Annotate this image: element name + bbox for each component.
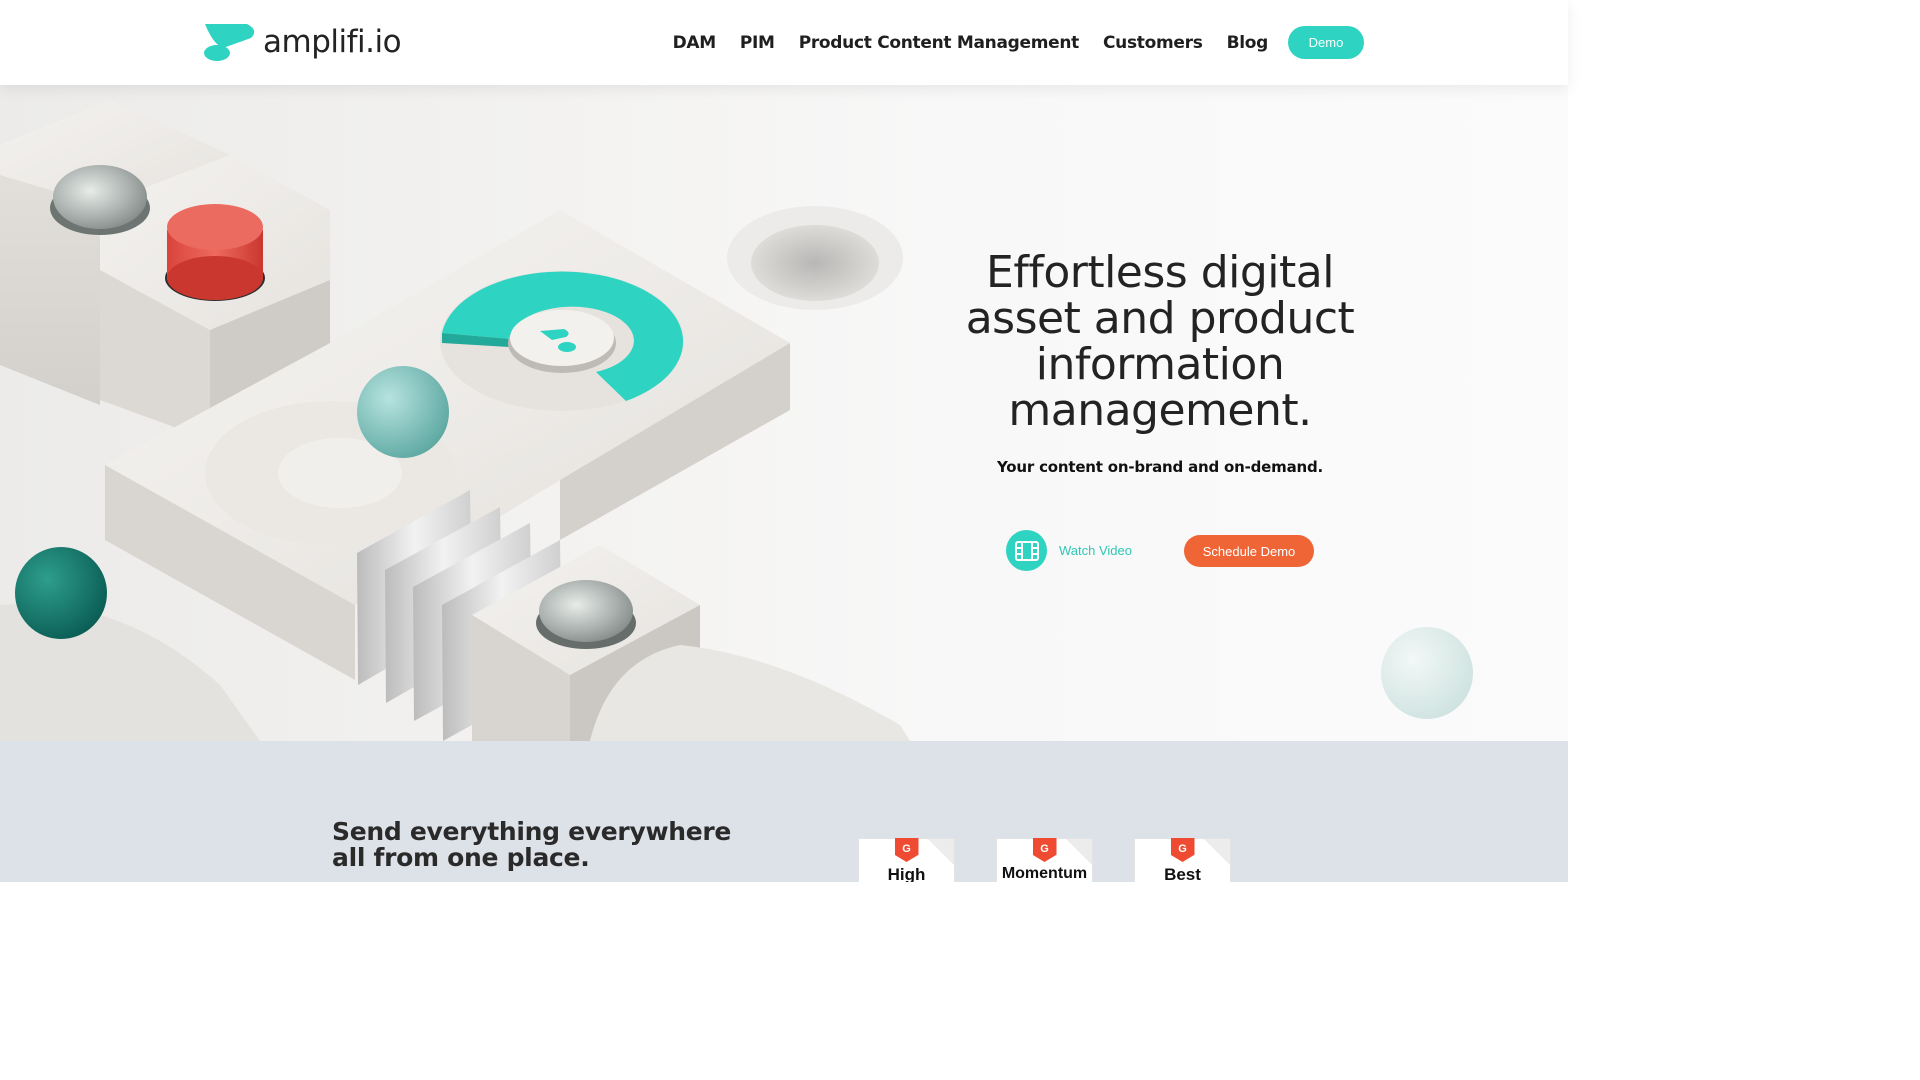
g2-badge-high[interactable]: G High (858, 838, 955, 882)
g2-badge-momentum[interactable]: G Momentum (996, 838, 1093, 882)
badge-label: High (887, 865, 926, 882)
logo-icon (204, 24, 255, 61)
hero-cta-row: Watch Video Schedule Demo (1006, 530, 1326, 572)
g2-logo-icon: G (1170, 838, 1195, 862)
badge-label: Best (1164, 865, 1201, 882)
logo-text: amplifi.io (263, 24, 402, 60)
nav-item-dam[interactable]: DAM (673, 33, 717, 53)
logo[interactable]: amplifi.io (203, 22, 402, 62)
nav-item-blog[interactable]: Blog (1227, 33, 1269, 53)
g2-logo-icon: G (894, 838, 919, 862)
watch-video-button[interactable]: Watch Video (1006, 530, 1132, 571)
watch-video-label: Watch Video (1059, 543, 1132, 558)
section-title: Send everything everywhere all from one … (332, 817, 732, 872)
hero-text: Effortless digital asset and product inf… (930, 247, 1390, 477)
site-header: amplifi.io DAM PIM Product Content Manag… (0, 0, 1568, 85)
badge-label: Momentum (1001, 865, 1088, 882)
nav-item-customers[interactable]: Customers (1103, 33, 1203, 53)
hero-title: Effortless digital asset and product inf… (965, 247, 1355, 436)
main-nav: DAM PIM Product Content Management Custo… (673, 26, 1364, 59)
hero-section: Effortless digital asset and product inf… (0, 85, 1568, 741)
schedule-demo-button[interactable]: Schedule Demo (1184, 535, 1314, 567)
features-section: Send everything everywhere all from one … (0, 741, 1568, 882)
film-icon (1006, 530, 1047, 571)
demo-button[interactable]: Demo (1288, 26, 1364, 59)
g2-logo-icon: G (1032, 838, 1057, 862)
nav-item-product-content-management[interactable]: Product Content Management (799, 33, 1080, 53)
nav-item-pim[interactable]: PIM (740, 33, 775, 53)
hero-subtitle: Your content on-brand and on-demand. (996, 458, 1324, 476)
g2-badge-best[interactable]: G Best (1134, 838, 1231, 882)
